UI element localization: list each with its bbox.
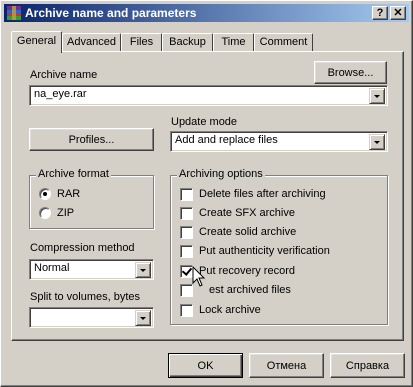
mouse-pointer-icon	[192, 266, 206, 287]
help-caption-button[interactable]: ?	[372, 6, 388, 20]
window-title: Archive name and parameters	[25, 6, 197, 20]
cancel-button[interactable]: Отмена	[249, 353, 324, 378]
ok-button[interactable]: OK	[168, 353, 243, 378]
create-sfx-label[interactable]: Create SFX archive	[199, 207, 295, 220]
split-volumes-label: Split to volumes, bytes	[30, 291, 141, 303]
zip-radio[interactable]	[39, 207, 51, 219]
update-mode-value: Add and replace files	[175, 134, 278, 146]
compression-dropdown-arrow[interactable]	[135, 262, 151, 278]
archive-format-group: Archive format RAR ZIP	[29, 168, 154, 229]
rar-label[interactable]: RAR	[57, 188, 80, 201]
tab-backup[interactable]: Backup	[162, 33, 213, 52]
archive-name-label: Archive name	[30, 69, 98, 81]
lock-archive-checkbox[interactable]	[180, 304, 193, 317]
dialog-window: Archive name and parameters ? ✕ General …	[0, 0, 413, 387]
zip-label[interactable]: ZIP	[57, 207, 74, 220]
split-volumes-select[interactable]	[29, 307, 154, 328]
split-volumes-dropdown-arrow[interactable]	[135, 310, 151, 326]
compression-method-select[interactable]: Normal	[29, 259, 154, 280]
profiles-button[interactable]: Profiles...	[29, 128, 154, 151]
general-panel: Archive name Browse... na_eye.rar Profil…	[11, 51, 404, 341]
create-solid-checkbox[interactable]	[180, 226, 193, 239]
help-button[interactable]: Справка	[330, 353, 405, 378]
winrar-icon	[7, 6, 21, 20]
rar-radio[interactable]	[39, 188, 51, 200]
tab-comment[interactable]: Comment	[254, 33, 313, 52]
authenticity-label[interactable]: Put authenticity verification	[199, 245, 330, 258]
tab-files[interactable]: Files	[121, 33, 162, 52]
browse-button[interactable]: Browse...	[314, 61, 387, 84]
title-bar[interactable]: Archive name and parameters ? ✕	[4, 4, 409, 22]
compression-method-label: Compression method	[30, 242, 135, 254]
compression-method-value: Normal	[34, 262, 70, 274]
update-mode-label: Update mode	[171, 116, 238, 128]
recovery-record-label[interactable]: Put recovery record	[199, 265, 295, 278]
archive-format-title: Archive format	[36, 168, 111, 181]
tab-advanced[interactable]: Advanced	[62, 33, 121, 52]
archive-name-value: na_eye.rar	[34, 88, 87, 100]
tab-time[interactable]: Time	[213, 33, 254, 52]
tab-general[interactable]: General	[11, 31, 62, 53]
delete-files-label[interactable]: Delete files after archiving	[199, 188, 326, 201]
delete-files-checkbox[interactable]	[180, 188, 193, 201]
archive-name-dropdown-arrow[interactable]	[369, 88, 385, 104]
update-mode-select[interactable]: Add and replace files	[170, 131, 388, 152]
authenticity-checkbox[interactable]	[180, 245, 193, 258]
test-files-label[interactable]: est archived files	[209, 284, 291, 297]
archive-name-field[interactable]: na_eye.rar	[29, 85, 388, 106]
close-button[interactable]: ✕	[390, 6, 406, 20]
archiving-options-title: Archiving options	[177, 168, 265, 181]
update-mode-dropdown-arrow[interactable]	[369, 134, 385, 150]
lock-archive-label[interactable]: Lock archive	[199, 304, 261, 317]
create-sfx-checkbox[interactable]	[180, 207, 193, 220]
archiving-options-group: Archiving options Delete files after arc…	[170, 168, 388, 325]
create-solid-label[interactable]: Create solid archive	[199, 226, 296, 239]
